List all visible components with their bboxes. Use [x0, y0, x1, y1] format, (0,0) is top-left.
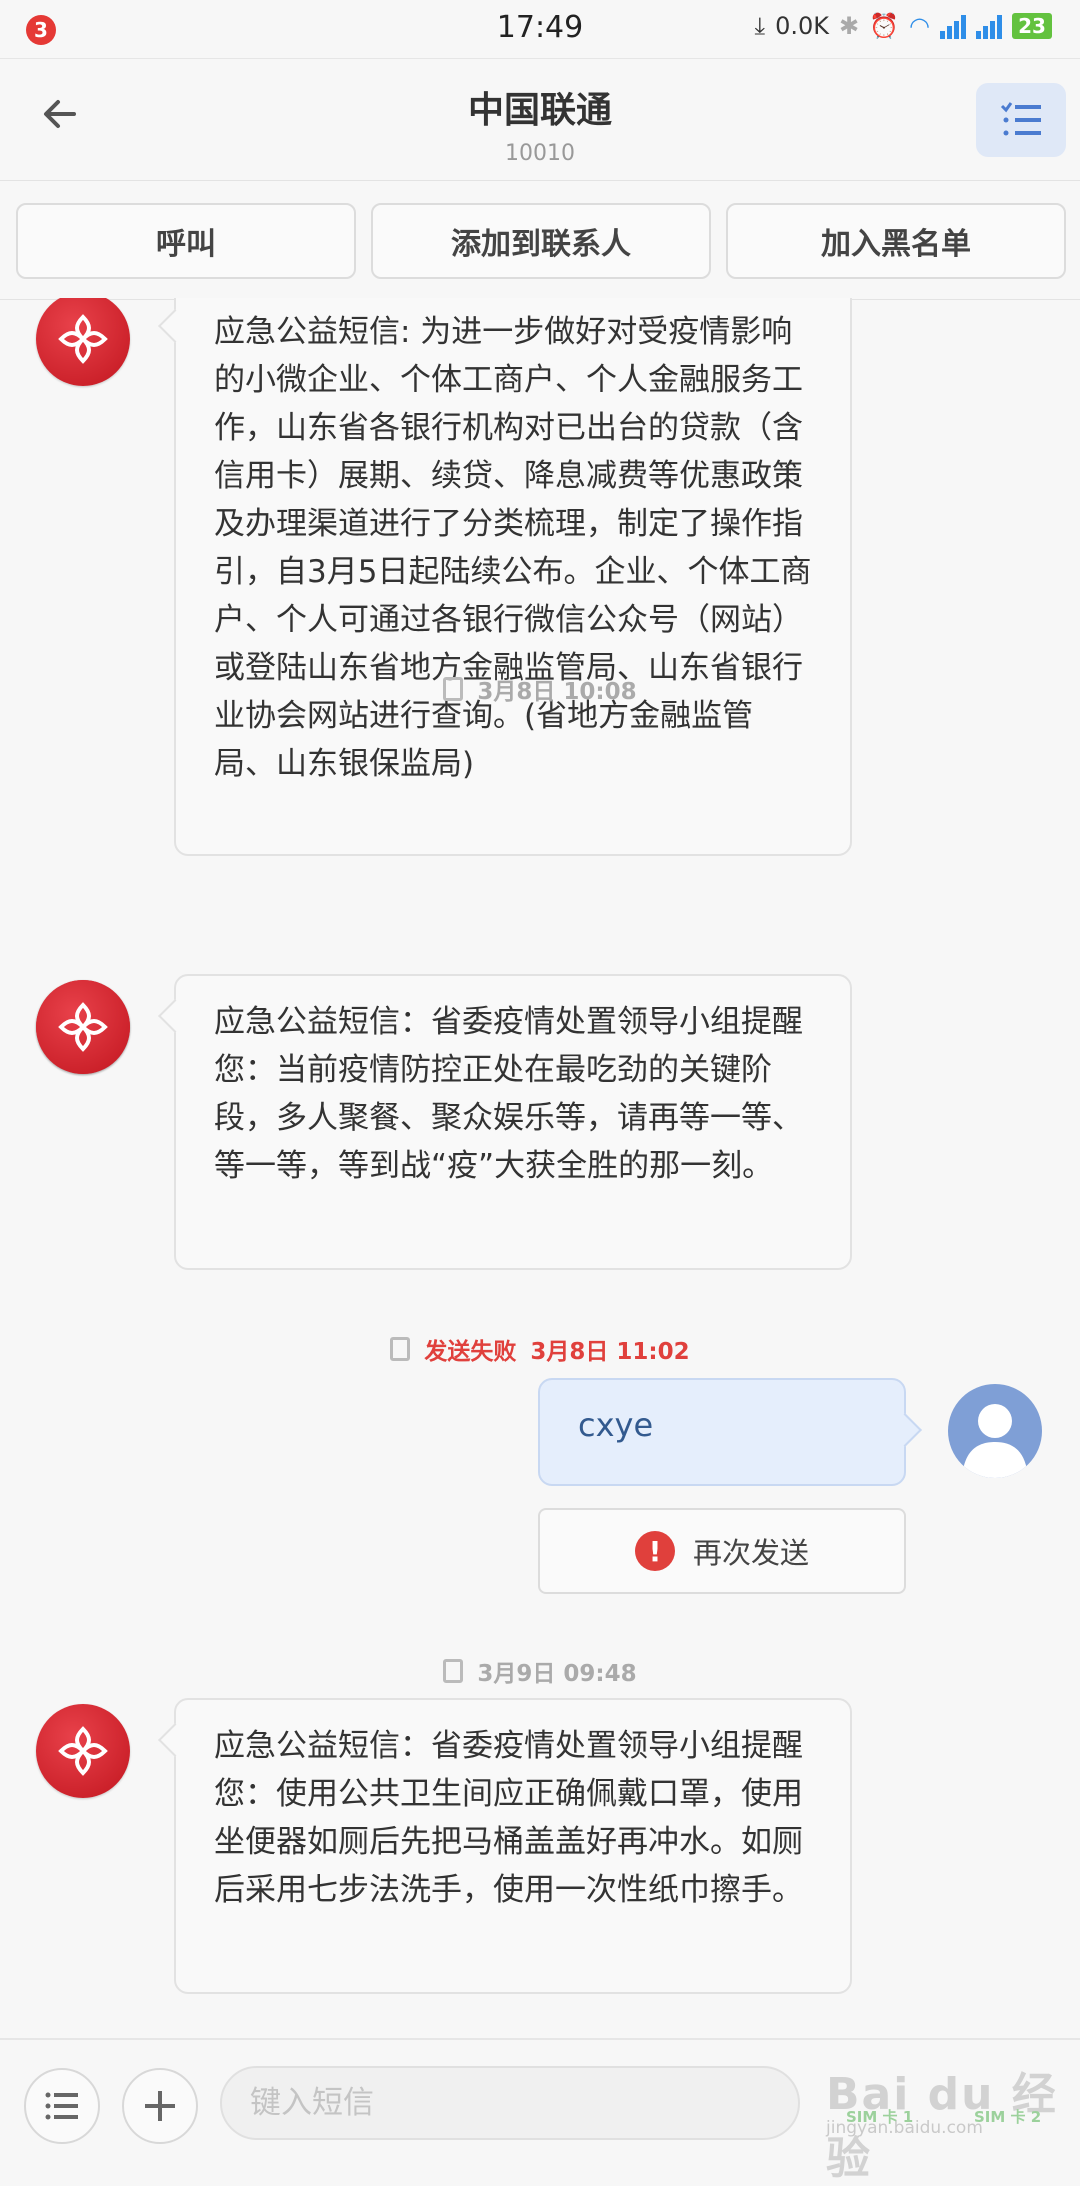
wifi-icon: ◠ [909, 12, 930, 40]
sender-avatar [36, 980, 130, 1074]
message-bubble-outgoing[interactable]: cxye [538, 1378, 906, 1486]
contact-number: 10010 [505, 141, 575, 166]
contact-name: 中国联通 [467, 90, 612, 131]
message-timestamp: 3月9日 09:48 [0, 1654, 1080, 1688]
message-input[interactable] [220, 2066, 800, 2140]
message-timestamp-failed: 发送失败 3月8日 11:02 [0, 1332, 1080, 1366]
my-avatar [948, 1384, 1042, 1478]
sms-icon [443, 677, 464, 701]
resend-button[interactable]: ! 再次发送 [538, 1508, 906, 1594]
attach-button[interactable] [122, 2068, 198, 2144]
signal-sim2-icon [976, 13, 1002, 39]
timestamp-text: 3月9日 09:48 [477, 1661, 637, 1687]
message-text: 应急公益短信：省委疫情处置领导小组提醒您：当前疫情防控正处在最吃劲的关键阶段，多… [214, 1004, 803, 1184]
send-sim2-button[interactable]: SIM 卡 2 [974, 2106, 1041, 2127]
message-text: 应急公益短信：省委疫情处置领导小组提醒您：使用公共卫生间应正确佩戴口罩，使用坐便… [214, 1728, 803, 1908]
blacklist-button[interactable]: 加入黑名单 [726, 203, 1066, 279]
signal-sim1-icon [940, 13, 966, 39]
unicom-logo-icon [58, 1726, 108, 1776]
bluetooth-icon: ✱ [839, 12, 860, 40]
error-icon: ! [634, 1531, 675, 1571]
message-text: 应急公益短信: 为进一步做好对受疫情影响的小微企业、个体工商户、个人金融服务工作… [214, 314, 812, 782]
alarm-icon: ⏰ [869, 12, 900, 40]
resend-label: 再次发送 [692, 1536, 809, 1570]
title-block: 中国联通 10010 [0, 81, 1080, 166]
battery-icon: 23 [1012, 13, 1052, 39]
unicom-logo-icon [58, 1002, 108, 1052]
sender-avatar [36, 298, 130, 386]
action-bar: 呼叫 添加到联系人 加入黑名单 [0, 180, 1080, 300]
sms-icon [390, 1337, 411, 1361]
send-sim1-button[interactable]: SIM 卡 1 [846, 2106, 913, 2127]
user-avatar-icon [962, 1404, 1028, 1478]
call-button[interactable]: 呼叫 [16, 203, 356, 279]
message-timestamp: 3月8日 10:08 [0, 672, 1080, 706]
plus-icon [145, 2091, 175, 2121]
message-bubble-incoming[interactable]: 应急公益短信：省委疫情处置领导小组提醒您：当前疫情防控正处在最吃劲的关键阶段，多… [174, 974, 852, 1270]
quick-reply-button[interactable] [24, 2068, 100, 2144]
add-contact-button[interactable]: 添加到联系人 [371, 203, 711, 279]
sms-icon [443, 1659, 464, 1683]
status-bar: 3 17:49 ⤓ 0.0K ✱ ⏰ ◠ 23 [0, 0, 1080, 58]
timestamp-text: 3月8日 11:02 [530, 1339, 690, 1365]
sender-avatar [36, 1704, 130, 1798]
unicom-logo-icon [58, 314, 108, 364]
message-bubble-incoming[interactable]: 应急公益短信: 为进一步做好对受疫情影响的小微企业、个体工商户、个人金融服务工作… [174, 298, 852, 856]
compose-bar: Bai du 经验 jingyan.baidu.com SIM 卡 1 SIM … [0, 2038, 1080, 2184]
net-speed: 0.0K [775, 12, 830, 40]
send-failed-label: 发送失败 [424, 1339, 517, 1365]
download-speed-icon: ⤓ [754, 12, 766, 40]
message-bubble-incoming[interactable]: 应急公益短信：省委疫情处置领导小组提醒您：使用公共卫生间应正确佩戴口罩，使用坐便… [174, 1698, 852, 1994]
list-menu-icon [1000, 102, 1041, 136]
message-list[interactable]: 应急公益短信: 为进一步做好对受疫情影响的小微企业、个体工商户、个人金融服务工作… [0, 298, 1080, 2038]
menu-button[interactable] [976, 83, 1066, 157]
conversation-header: 中国联通 10010 [0, 58, 1080, 181]
message-text: cxye [578, 1406, 654, 1444]
timestamp-text: 3月8日 10:08 [477, 679, 637, 705]
status-icons: ⤓ 0.0K ✱ ⏰ ◠ 23 [755, 12, 1052, 40]
list-icon [45, 2092, 78, 2120]
